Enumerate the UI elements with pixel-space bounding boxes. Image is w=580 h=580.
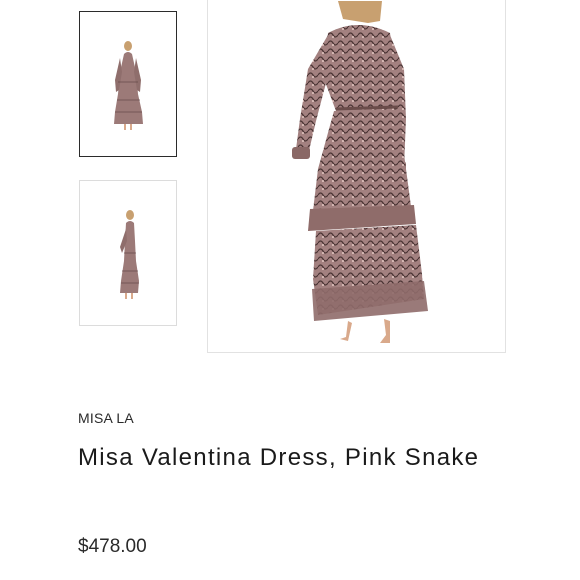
product-title: Misa Valentina Dress, Pink Snake [78, 444, 480, 471]
thumbnail-back-view[interactable] [79, 11, 177, 157]
dress-back-main-image [292, 1, 428, 343]
main-product-image[interactable] [207, 0, 506, 353]
thumbnail-side-view[interactable] [79, 180, 177, 326]
dress-side-thumbnail-image [120, 210, 139, 299]
product-price: $478.00 [78, 536, 147, 557]
product-brand[interactable]: MISA LA [78, 410, 134, 426]
dress-back-thumbnail-image [114, 41, 143, 130]
